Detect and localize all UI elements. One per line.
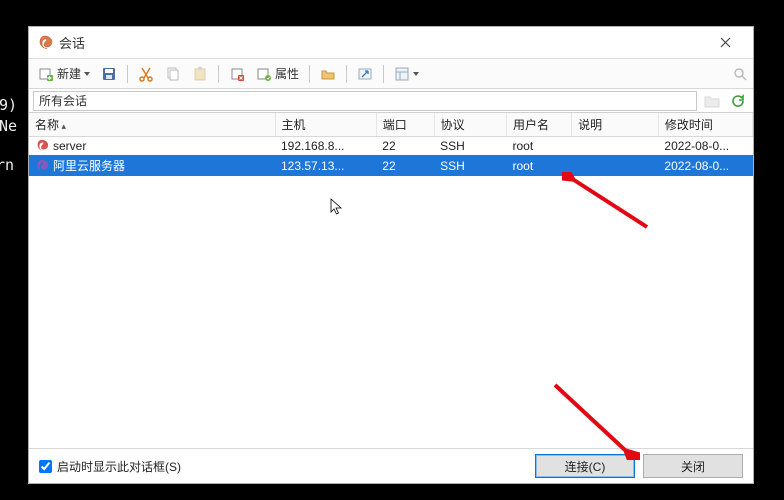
new-folder-button[interactable] <box>315 62 341 86</box>
terminal-text: 99) Ne <box>0 95 17 137</box>
col-port[interactable]: 端口 <box>376 113 434 137</box>
session-shell-icon <box>35 159 49 173</box>
save-button[interactable] <box>96 62 122 86</box>
cell-desc <box>572 137 659 156</box>
cell-proto: SSH <box>434 155 506 176</box>
cell-mod: 2022-08-0... <box>658 155 752 176</box>
cell-proto: SSH <box>434 137 506 156</box>
col-mod[interactable]: 修改时间 <box>658 113 752 137</box>
table-row[interactable]: server 192.168.8...22SSHroot 2022-08-0... <box>29 137 753 156</box>
path-bar: 所有会话 <box>29 89 753 113</box>
close-button[interactable]: 关闭 <box>643 454 743 478</box>
cell-name: 阿里云服务器 <box>53 159 125 173</box>
titlebar: 会话 <box>29 27 753 59</box>
column-headers[interactable]: 名称 主机 端口 协议 用户名 说明 修改时间 <box>29 113 753 137</box>
close-window-button[interactable] <box>705 28 745 58</box>
col-name[interactable]: 名称 <box>29 113 275 137</box>
cut-button[interactable] <box>133 62 159 86</box>
col-proto[interactable]: 协议 <box>434 113 506 137</box>
copy-button[interactable] <box>160 62 186 86</box>
cell-user: root <box>507 155 572 176</box>
properties-button[interactable]: 属性 <box>251 62 304 86</box>
dialog-title: 会话 <box>59 33 85 52</box>
connect-button[interactable]: 连接(C) <box>535 454 635 478</box>
cell-desc <box>572 155 659 176</box>
app-shell-icon <box>37 35 53 51</box>
cell-name: server <box>53 139 86 153</box>
col-host[interactable]: 主机 <box>275 113 376 137</box>
link-button[interactable] <box>352 62 378 86</box>
toolbar: 新建 属性 <box>29 59 753 89</box>
folder-icon[interactable] <box>701 91 723 111</box>
view-mode-button[interactable] <box>389 62 424 86</box>
session-list[interactable]: 名称 主机 端口 协议 用户名 说明 修改时间 server 192.168.8.… <box>29 113 753 449</box>
footer-bar: 启动时显示此对话框(S) 连接(C) 关闭 <box>29 449 753 483</box>
col-user[interactable]: 用户名 <box>507 113 572 137</box>
paste-button[interactable] <box>187 62 213 86</box>
startup-checkbox-label: 启动时显示此对话框(S) <box>57 458 181 475</box>
search-icon[interactable] <box>731 65 749 83</box>
session-dialog: 会话 新建 属性 <box>28 26 754 484</box>
path-input[interactable]: 所有会话 <box>33 91 697 111</box>
table-row[interactable]: 阿里云服务器 123.57.13...22SSHroot 2022-08-0... <box>29 155 753 176</box>
refresh-icon[interactable] <box>727 91 749 111</box>
startup-checkbox-input[interactable] <box>39 460 52 473</box>
cell-host: 192.168.8... <box>275 137 376 156</box>
chevron-down-icon <box>413 72 419 76</box>
mouse-cursor-icon <box>330 198 344 216</box>
cell-host: 123.57.13... <box>275 155 376 176</box>
cell-port: 22 <box>376 155 434 176</box>
startup-checkbox[interactable]: 启动时显示此对话框(S) <box>39 458 181 475</box>
cell-port: 22 <box>376 137 434 156</box>
chevron-down-icon <box>84 72 90 76</box>
terminal-text: rn <box>0 155 14 176</box>
delete-button[interactable] <box>224 62 250 86</box>
session-shell-icon <box>35 139 49 153</box>
cell-mod: 2022-08-0... <box>658 137 752 156</box>
cell-user: root <box>507 137 572 156</box>
col-desc[interactable]: 说明 <box>572 113 659 137</box>
new-button[interactable]: 新建 <box>33 62 95 86</box>
